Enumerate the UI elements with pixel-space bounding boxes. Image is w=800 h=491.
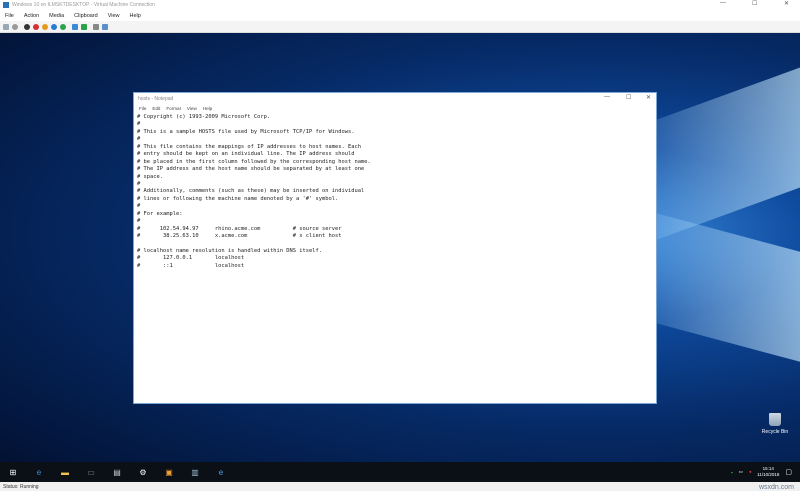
- checkpoint-icon[interactable]: [72, 23, 78, 30]
- notepad-text-area[interactable]: # Copyright (c) 1993-2009 Microsoft Corp…: [137, 114, 656, 403]
- notepad-menu-format[interactable]: Format: [163, 106, 184, 111]
- action-center-icon[interactable]: ▢: [785, 468, 792, 476]
- vm-desktop: hosts - Notepad — ☐ ✕ File Edit Format V…: [0, 33, 800, 482]
- window-title: Windows 10 on ILMSKTDESKTOP - Virtual Ma…: [12, 2, 155, 8]
- notepad-menu-help[interactable]: Help: [200, 106, 215, 111]
- taskbar-settings[interactable]: ⚙: [130, 462, 156, 482]
- clock[interactable]: 15:14 11/10/2018: [757, 466, 779, 478]
- text-line: #: [137, 180, 141, 187]
- menu-action[interactable]: Action: [19, 13, 44, 19]
- save-icon[interactable]: [42, 23, 48, 30]
- menu-clipboard[interactable]: Clipboard: [69, 13, 103, 19]
- window-title-bar: Windows 10 on ILMSKTDESKTOP - Virtual Ma…: [0, 0, 800, 10]
- enhanced-session-icon[interactable]: [93, 23, 99, 30]
- recycle-bin-label: Recycle Bin: [761, 429, 789, 435]
- notepad-minimize-button[interactable]: —: [604, 94, 610, 100]
- volume-muted-icon[interactable]: ◂: [749, 469, 751, 475]
- text-line: # lines or following the machine name de…: [137, 195, 339, 202]
- server-icon: ▤: [113, 467, 121, 477]
- text-line: # This is a sample HOSTS file used by Mi…: [137, 128, 355, 135]
- menu-bar: File Action Media Clipboard View Help: [0, 10, 800, 21]
- notepad-menu-view[interactable]: View: [184, 106, 200, 111]
- windows-logo-icon: ⊞: [9, 467, 17, 477]
- security-icon[interactable]: ▪: [731, 470, 733, 475]
- system-tray: ▪ ▭ ◂ 15:14 11/10/2018 ▢: [731, 462, 800, 482]
- start-button[interactable]: ⊞: [0, 462, 26, 482]
- edge-icon: e: [36, 467, 42, 477]
- text-line: #: [137, 136, 141, 143]
- taskbar-app2[interactable]: ▥: [182, 462, 208, 482]
- menu-file[interactable]: File: [0, 13, 19, 19]
- maximize-button[interactable]: ☐: [752, 0, 757, 7]
- text-line: # 102.54.94.97 rhino.acme.com # source s…: [137, 225, 342, 232]
- text-line: #: [137, 218, 141, 225]
- terminal-icon: ▭: [87, 467, 95, 477]
- reset-icon[interactable]: [60, 23, 66, 30]
- menu-view[interactable]: View: [103, 13, 125, 19]
- text-line: #: [137, 121, 141, 128]
- text-line: # This file contains the mappings of IP …: [137, 143, 361, 150]
- folder-icon: ▬: [61, 467, 69, 477]
- recycle-bin[interactable]: Recycle Bin: [760, 413, 790, 435]
- text-line: #: [137, 203, 141, 210]
- gear-icon: ⚙: [139, 467, 147, 477]
- text-line: # space.: [137, 173, 163, 180]
- text-line: # The IP address and the host name shoul…: [137, 166, 365, 173]
- status-bar: Status: Running wsxdn.com: [0, 482, 800, 491]
- clock-date: 11/10/2018: [757, 472, 780, 477]
- text-line: # entry should be kept on an individual …: [137, 151, 355, 158]
- text-line: # be placed in the first column followed…: [137, 158, 371, 165]
- vm-connection-icon: [3, 2, 9, 8]
- toolbar: [0, 21, 800, 33]
- taskbar-file-explorer[interactable]: ▬: [52, 462, 78, 482]
- text-line: # 38.25.63.10 x.acme.com # x client host: [137, 233, 342, 239]
- app-icon: ▥: [191, 467, 199, 477]
- share-icon[interactable]: [102, 23, 108, 30]
- notepad-maximize-button[interactable]: ☐: [626, 94, 631, 101]
- status-text: Status: Running: [3, 483, 39, 490]
- text-line: [137, 240, 656, 247]
- wallpaper-beam: [640, 208, 800, 368]
- taskbar-store[interactable]: ▣: [156, 462, 182, 482]
- turn-off-icon[interactable]: [24, 23, 30, 30]
- notepad-menu-file[interactable]: File: [136, 106, 149, 111]
- text-line: # ::1 localhost: [137, 262, 245, 269]
- text-line: # Copyright (c) 1993-2009 Microsoft Corp…: [137, 114, 271, 120]
- menu-media[interactable]: Media: [44, 13, 69, 19]
- revert-icon[interactable]: [81, 23, 87, 30]
- taskbar: ⊞ e ▬ ▭ ▤ ⚙ ▣ ▥ e ▪ ▭ ◂ 15:14 11/10/2018…: [0, 462, 800, 482]
- recycle-bin-icon: [769, 413, 781, 426]
- taskbar-edge[interactable]: e: [26, 462, 52, 482]
- pause-icon[interactable]: [51, 23, 57, 30]
- notepad-title-bar: hosts - Notepad — ☐ ✕: [134, 93, 656, 104]
- text-line: # For example:: [137, 210, 183, 217]
- taskbar-cmd[interactable]: ▭: [78, 462, 104, 482]
- notepad-menu-bar: File Edit Format View Help: [134, 104, 656, 112]
- ctrl-alt-del-icon[interactable]: [3, 23, 9, 30]
- text-line: # Additionally, comments (such as these)…: [137, 188, 365, 195]
- text-line: # localhost name resolution is handled w…: [137, 247, 322, 254]
- start-icon[interactable]: [12, 23, 18, 30]
- notepad-menu-edit[interactable]: Edit: [149, 106, 163, 111]
- network-icon[interactable]: ▭: [739, 469, 743, 475]
- watermark: wsxdn.com: [758, 484, 794, 491]
- store-icon: ▣: [165, 467, 173, 477]
- notepad-window: hosts - Notepad — ☐ ✕ File Edit Format V…: [133, 92, 657, 404]
- text-line: # 127.0.0.1 localhost: [137, 255, 245, 262]
- minimize-button[interactable]: —: [720, 0, 726, 6]
- shutdown-icon[interactable]: [33, 23, 39, 30]
- taskbar-app[interactable]: ▤: [104, 462, 130, 482]
- notepad-title: hosts - Notepad: [138, 95, 174, 102]
- taskbar-ie[interactable]: e: [208, 462, 234, 482]
- notepad-close-button[interactable]: ✕: [646, 94, 651, 101]
- internet-explorer-icon: e: [218, 467, 224, 477]
- close-button[interactable]: ✕: [784, 0, 789, 7]
- menu-help[interactable]: Help: [125, 13, 146, 19]
